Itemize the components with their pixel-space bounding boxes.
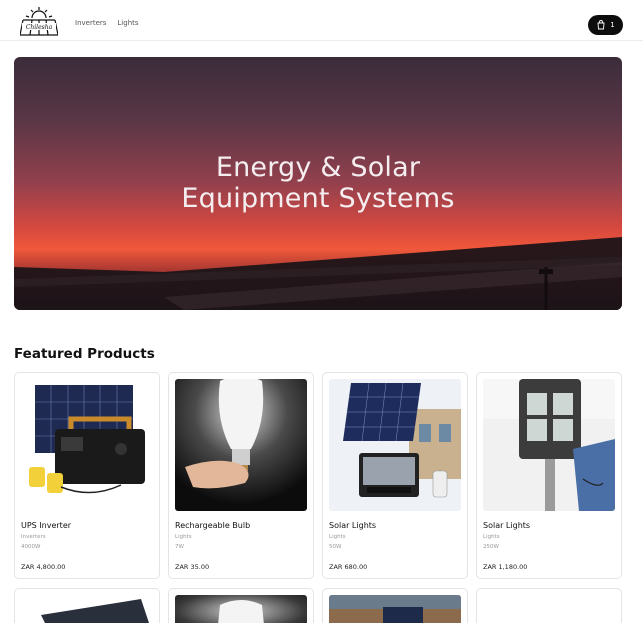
product-spec: 250W <box>483 544 499 550</box>
nav-link-inverters[interactable]: Inverters <box>75 19 106 27</box>
product-image <box>329 595 461 623</box>
product-card-partial[interactable] <box>476 588 622 623</box>
product-image <box>175 379 307 511</box>
product-card-solar-lights-50w[interactable]: Solar Lights Lights 50W ZAR 680.00 <box>322 372 468 579</box>
featured-products-heading: Featured Products <box>14 346 155 362</box>
product-image <box>329 379 461 511</box>
logo-wordmark: Chilesha <box>26 24 53 31</box>
product-card-partial[interactable] <box>322 588 468 623</box>
product-image <box>483 379 615 511</box>
product-card-solar-lights-250w[interactable]: Solar Lights Lights 250W ZAR 1,180.00 <box>476 372 622 579</box>
product-card-partial[interactable] <box>14 588 160 623</box>
product-name: Solar Lights <box>483 521 531 530</box>
product-image <box>21 379 153 511</box>
product-category: Lights <box>483 534 500 540</box>
product-price: ZAR 4,800.00 <box>21 563 66 571</box>
shopping-bag-icon <box>597 20 605 30</box>
product-spec: 7W <box>175 544 184 550</box>
product-card-rechargeable-bulb[interactable]: Rechargeable Bulb Lights 7W ZAR 35.00 <box>168 372 314 579</box>
product-price: ZAR 1,180.00 <box>483 563 528 571</box>
product-image <box>175 595 307 623</box>
product-price: ZAR 680.00 <box>329 563 368 571</box>
main-nav: Inverters Lights <box>75 19 139 27</box>
nav-link-lights[interactable]: Lights <box>117 19 138 27</box>
brand-logo[interactable]: Chilesha <box>19 5 59 37</box>
hero-banner: Energy & Solar Equipment Systems <box>14 57 622 310</box>
product-image <box>483 595 615 623</box>
site-header: Chilesha Inverters Lights 1 <box>0 0 643 41</box>
cart-button[interactable]: 1 <box>588 15 623 35</box>
product-category: Lights <box>329 534 346 540</box>
product-category: Lights <box>175 534 192 540</box>
hero-title-line-2: Equipment Systems <box>181 183 455 214</box>
product-name: Rechargeable Bulb <box>175 521 251 530</box>
cart-count: 1 <box>610 21 615 29</box>
product-card-partial[interactable] <box>168 588 314 623</box>
product-name: UPS Inverter <box>21 521 72 530</box>
hero-title-line-1: Energy & Solar <box>215 152 421 183</box>
hero-title: Energy & Solar Equipment Systems <box>14 152 622 214</box>
product-price: ZAR 35.00 <box>175 563 210 571</box>
product-spec: 4000W <box>21 544 41 550</box>
product-image <box>21 595 153 623</box>
product-spec: 50W <box>329 544 342 550</box>
product-category: Inverters <box>21 534 46 540</box>
product-name: Solar Lights <box>329 521 377 530</box>
product-card-ups-inverter[interactable]: UPS Inverter Inverters 4000W ZAR 4,800.0… <box>14 372 160 579</box>
